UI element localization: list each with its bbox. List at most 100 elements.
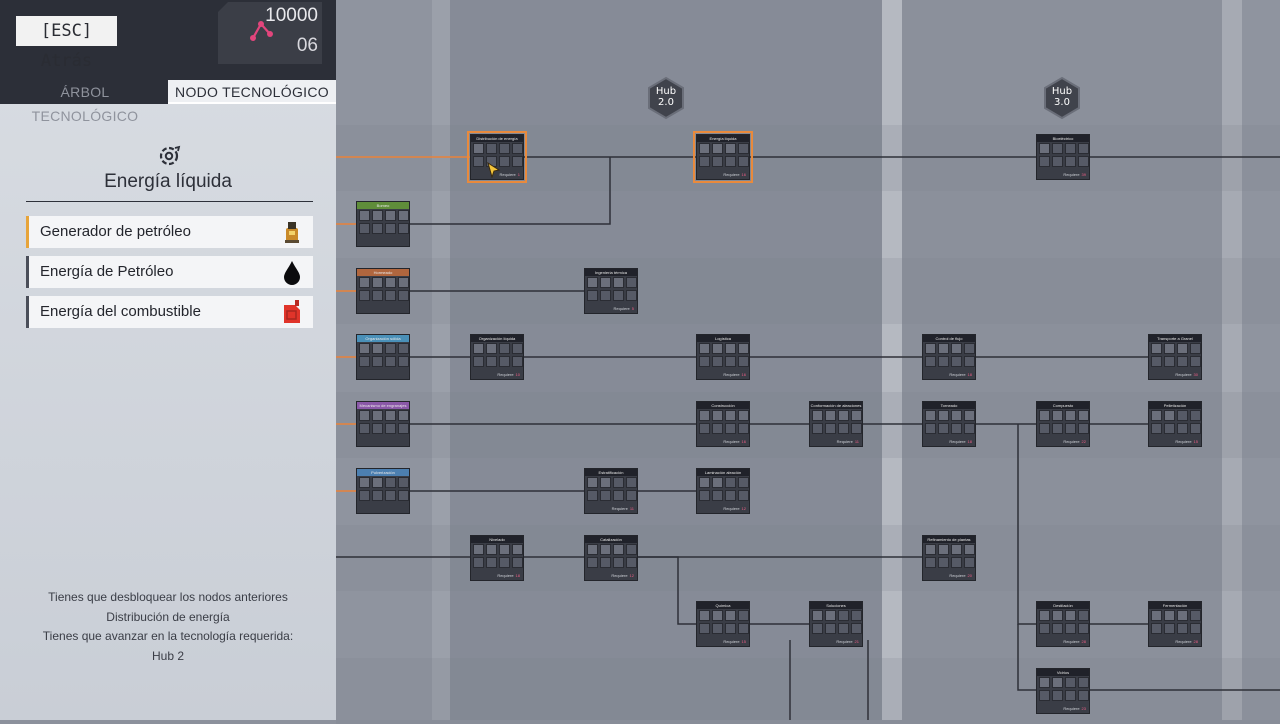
node-slots — [1039, 143, 1089, 169]
node-title: Energía líquida — [104, 171, 232, 192]
requirement-line: Hub 2 — [151, 648, 185, 663]
requirement-line: Distribución de energía — [106, 609, 230, 624]
tech-node[interactable]: Estratificación Requiere 11 — [584, 468, 638, 514]
node-slots — [699, 477, 749, 503]
node-requirement: Requiere 11 — [611, 506, 634, 511]
node-slots — [473, 544, 523, 570]
node-slots — [925, 343, 975, 369]
oil-drop-icon — [284, 261, 300, 285]
node-slots — [812, 610, 862, 636]
node-slots — [925, 410, 975, 436]
node-slots — [587, 544, 637, 570]
node-slots — [1151, 343, 1201, 369]
node-requirement: Requiere 21 — [836, 639, 859, 644]
node-requirement: Requiere 28 — [1175, 639, 1198, 644]
tech-node[interactable]: Bomeo — [356, 201, 410, 247]
node-requirement: Requiere 5 — [613, 306, 634, 311]
tech-node[interactable]: Nivelado Requiere 18 — [470, 535, 524, 581]
research-points-total: 10000 — [265, 5, 318, 26]
tech-node[interactable]: Construcción Requiere 16 — [696, 401, 750, 447]
unlock-item-fuel-power[interactable]: Energía del combustible — [26, 296, 313, 328]
tab-tech-node[interactable]: NODO TECNOLÓGICO — [168, 80, 336, 104]
node-slots — [699, 410, 749, 436]
node-slots — [587, 477, 637, 503]
node-slots — [359, 343, 409, 369]
tech-node[interactable]: Transporte a Granel Requiere 30 — [1148, 334, 1202, 380]
node-slots — [359, 277, 409, 303]
node-slots — [812, 410, 862, 436]
node-requirement: Requiere 16 — [723, 439, 746, 444]
node-slots — [359, 210, 409, 236]
back-button[interactable]: [ESC] Atrás — [16, 16, 117, 71]
divider — [26, 201, 313, 202]
gear-arrows-icon — [159, 145, 181, 166]
node-slots — [699, 610, 749, 636]
tab-tech-tree[interactable]: ÁRBOL TECNOLÓGICO — [10, 80, 160, 124]
tech-node[interactable]: Química Requiere 15 — [696, 601, 750, 647]
node-slots — [359, 410, 409, 436]
tech-node[interactable]: Destilación Requiere 28 — [1036, 601, 1090, 647]
node-requirement: Requiere 39 — [1063, 172, 1086, 177]
node-requirement: Requiere 18 — [497, 573, 520, 578]
tech-node[interactable]: Compuesto Requiere 22 — [1036, 401, 1090, 447]
unlock-item-oil-power[interactable]: Energía de Petróleo — [26, 256, 313, 288]
node-requirement: Requiere 10 — [497, 372, 520, 377]
node-requirement: Requiere 1 — [499, 172, 520, 177]
tech-node[interactable]: Conformación de aleaciones Requiere 11 — [809, 401, 863, 447]
unlock-item-oil-generator[interactable]: Generador de petróleo — [26, 216, 313, 248]
node-slots — [1039, 610, 1089, 636]
requirements-text: Tienes que desbloquear los nodos anterio… — [0, 588, 336, 666]
node-requirement: Requiere 15 — [1175, 439, 1198, 444]
node-requirement: Requiere 12 — [611, 573, 634, 578]
tech-node[interactable]: Organización líquida Requiere 10 — [470, 334, 524, 380]
node-slots — [1151, 410, 1201, 436]
node-requirement: Requiere 16 — [723, 372, 746, 377]
node-slots — [1151, 610, 1201, 636]
tech-node[interactable]: Mecanismo de engranajes — [356, 401, 410, 447]
tech-node[interactable]: Torneado Requiere 18 — [922, 401, 976, 447]
node-requirement: Requiere 18 — [949, 439, 972, 444]
tech-node[interactable]: Laminación aleación Requiere 12 — [696, 468, 750, 514]
node-requirement: Requiere 15 — [723, 639, 746, 644]
node-requirement: Requiere 20 — [949, 573, 972, 578]
node-info-panel: [ESC] Atrás 10000 06 ÁRBOL TECNOLÓGICO N… — [0, 0, 336, 720]
node-requirement: Requiere 23 — [1063, 706, 1086, 711]
tech-node[interactable]: Vidrios Requiere 23 — [1036, 668, 1090, 714]
node-requirement: Requiere 12 — [723, 506, 746, 511]
research-level: 06 — [296, 35, 318, 56]
node-requirement: Requiere 28 — [1063, 639, 1086, 644]
node-requirement: Requiere 30 — [1175, 372, 1198, 377]
node-slots — [925, 544, 975, 570]
tech-node[interactable]: Pulverización — [356, 468, 410, 514]
tech-node[interactable]: Catalización Requiere 12 — [584, 535, 638, 581]
requirement-line: Tienes que avanzar en la tecnología requ… — [42, 629, 294, 644]
unlock-item-label: Generador de petróleo — [40, 223, 191, 240]
node-slots — [1039, 410, 1089, 436]
node-slots — [699, 343, 749, 369]
node-slots — [1039, 677, 1089, 703]
node-slots — [699, 143, 749, 169]
mouse-cursor-icon — [487, 162, 501, 178]
tech-node[interactable]: Control de flujo Requiere 18 — [922, 334, 976, 380]
unlock-item-label: Energía de Petróleo — [40, 263, 174, 280]
tech-tree-canvas[interactable]: Hub 2.0 Hub 3.0 Distribución de energía … — [336, 0, 1280, 724]
node-requirement: Requiere 22 — [1063, 439, 1086, 444]
tech-node[interactable]: Soluciones Requiere 21 — [809, 601, 863, 647]
tech-node[interactable]: Energía líquida Requiere 16 — [693, 131, 753, 183]
tech-node[interactable]: Bioeléctrico Requiere 39 — [1036, 134, 1090, 180]
requirement-line: Tienes que desbloquear los nodos anterio… — [48, 590, 288, 604]
unlock-item-label: Energía del combustible — [40, 303, 201, 320]
node-requirement: Requiere 16 — [723, 172, 746, 177]
tech-node[interactable]: Pelletización Requiere 15 — [1148, 401, 1202, 447]
tech-node[interactable]: Organización sólida — [356, 334, 410, 380]
tech-node[interactable]: Logística Requiere 16 — [696, 334, 750, 380]
tech-node[interactable]: Hormeado — [356, 268, 410, 314]
oil-generator-icon — [285, 222, 299, 243]
tech-node[interactable]: Ingeniería térmica Requiere 5 — [584, 268, 638, 314]
tech-node[interactable]: Refinamiento de plantas Requiere 20 — [922, 535, 976, 581]
fuel-can-icon — [284, 300, 300, 323]
node-slots — [473, 343, 523, 369]
node-requirement: Requiere 18 — [949, 372, 972, 377]
node-slots — [587, 277, 637, 303]
tech-node[interactable]: Fermentación Requiere 28 — [1148, 601, 1202, 647]
